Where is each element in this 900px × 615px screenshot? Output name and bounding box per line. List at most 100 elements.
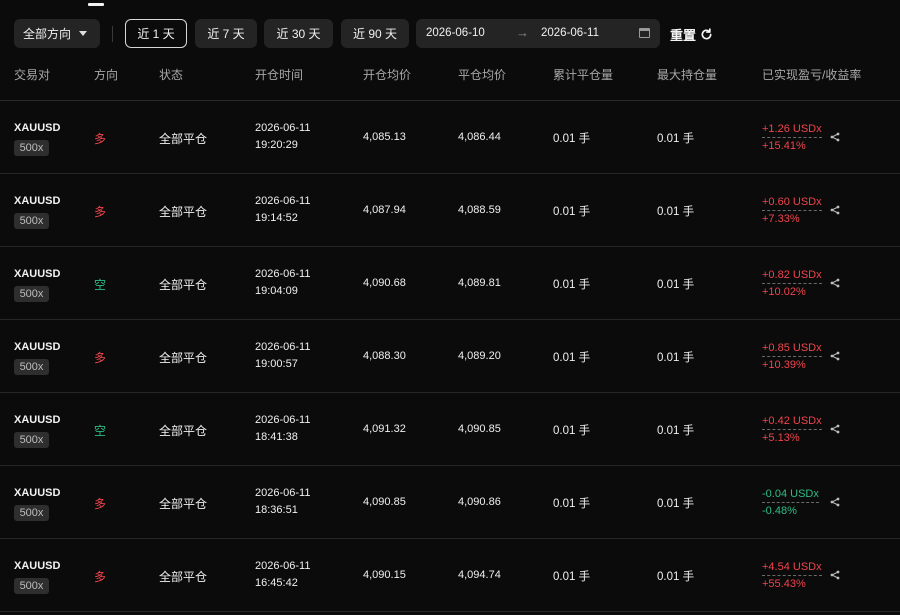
range-7d-button[interactable]: 近 7 天	[195, 19, 257, 48]
roi-value: +10.39%	[762, 359, 806, 371]
closed-qty: 0.01 手	[553, 206, 591, 218]
pair-symbol: XAUUSD	[14, 341, 61, 353]
col-close-price: 平仓均价	[458, 68, 507, 82]
realized-pnl[interactable]: +4.54 USDx	[762, 561, 822, 576]
divider	[112, 26, 113, 42]
position-history-table: XAUUSD 500x 多 全部平仓 2026-06-11 19:20:29 4…	[0, 101, 900, 612]
leverage-badge: 500x	[14, 505, 49, 521]
open-time: 18:36:51	[255, 504, 298, 516]
direction-label: 空	[94, 424, 107, 438]
open-date: 2026-06-11	[255, 560, 311, 572]
arrow-right-icon: →	[516, 25, 529, 40]
close-price: 4,089.20	[458, 350, 501, 362]
open-price: 4,090.15	[363, 569, 406, 581]
realized-pnl[interactable]: -0.04 USDx	[762, 488, 819, 503]
open-price: 4,091.32	[363, 423, 406, 435]
status-label: 全部平仓	[159, 497, 208, 511]
share-icon[interactable]	[830, 205, 840, 215]
col-max-qty: 最大持仓量	[657, 68, 718, 82]
leverage-badge: 500x	[14, 286, 49, 302]
open-time: 19:20:29	[255, 139, 298, 151]
pair-symbol: XAUUSD	[14, 487, 61, 499]
open-time: 19:04:09	[255, 285, 298, 297]
open-date: 2026-06-11	[255, 195, 311, 207]
col-pnl: 已实现盈亏/收益率	[762, 68, 862, 82]
open-date: 2026-06-11	[255, 487, 311, 499]
share-icon[interactable]	[830, 570, 840, 580]
table-row[interactable]: XAUUSD 500x 空 全部平仓 2026-06-11 19:04:09 4…	[0, 247, 900, 320]
roi-value: +5.13%	[762, 432, 800, 444]
share-icon[interactable]	[830, 278, 840, 288]
table-header: 交易对 方向 状态 开仓时间 开仓均价 平仓均价 累计平仓量 最大持仓量 已实现…	[0, 62, 900, 88]
open-date: 2026-06-11	[255, 341, 311, 353]
close-price: 4,090.86	[458, 496, 501, 508]
active-tab-indicator	[88, 3, 104, 6]
reset-button[interactable]: 重置	[670, 25, 713, 44]
leverage-badge: 500x	[14, 578, 49, 594]
range-1d-button[interactable]: 近 1 天	[125, 19, 187, 48]
roi-value: +55.43%	[762, 578, 806, 590]
close-price: 4,094.74	[458, 569, 501, 581]
close-price: 4,090.85	[458, 423, 501, 435]
leverage-badge: 500x	[14, 140, 49, 156]
closed-qty: 0.01 手	[553, 352, 591, 364]
realized-pnl[interactable]: +1.26 USDx	[762, 123, 822, 138]
close-price: 4,089.81	[458, 277, 501, 289]
caret-down-icon	[79, 31, 87, 36]
direction-label: 多	[94, 570, 107, 584]
open-date: 2026-06-11	[255, 122, 311, 134]
closed-qty: 0.01 手	[553, 498, 591, 510]
range-90d-button[interactable]: 近 90 天	[341, 19, 409, 48]
open-price: 4,088.30	[363, 350, 406, 362]
table-row[interactable]: XAUUSD 500x 多 全部平仓 2026-06-11 19:00:57 4…	[0, 320, 900, 393]
closed-qty: 0.01 手	[553, 279, 591, 291]
status-label: 全部平仓	[159, 278, 208, 292]
pair-symbol: XAUUSD	[14, 560, 61, 572]
col-direction: 方向	[94, 68, 119, 82]
open-price: 4,090.68	[363, 277, 406, 289]
range-30d-button[interactable]: 近 30 天	[264, 19, 333, 48]
max-qty: 0.01 手	[657, 425, 695, 437]
open-time: 19:00:57	[255, 358, 298, 370]
col-open-price: 开仓均价	[363, 68, 412, 82]
table-row[interactable]: XAUUSD 500x 空 全部平仓 2026-06-11 18:41:38 4…	[0, 393, 900, 466]
realized-pnl[interactable]: +0.85 USDx	[762, 342, 822, 357]
refresh-icon	[701, 28, 712, 40]
status-label: 全部平仓	[159, 132, 208, 146]
realized-pnl[interactable]: +0.60 USDx	[762, 196, 822, 211]
status-label: 全部平仓	[159, 570, 208, 584]
status-label: 全部平仓	[159, 424, 208, 438]
col-pair: 交易对	[14, 68, 51, 82]
status-label: 全部平仓	[159, 205, 208, 219]
closed-qty: 0.01 手	[553, 425, 591, 437]
pair-symbol: XAUUSD	[14, 268, 61, 280]
roi-value: -0.48%	[762, 505, 797, 517]
pair-symbol: XAUUSD	[14, 195, 61, 207]
direction-select[interactable]: 全部方向	[14, 19, 100, 48]
table-row[interactable]: XAUUSD 500x 多 全部平仓 2026-06-11 19:20:29 4…	[0, 101, 900, 174]
direction-label: 多	[94, 132, 107, 146]
realized-pnl[interactable]: +0.42 USDx	[762, 415, 822, 430]
share-icon[interactable]	[830, 351, 840, 361]
max-qty: 0.01 手	[657, 279, 695, 291]
leverage-badge: 500x	[14, 432, 49, 448]
share-icon[interactable]	[830, 132, 840, 142]
table-row[interactable]: XAUUSD 500x 多 全部平仓 2026-06-11 19:14:52 4…	[0, 174, 900, 247]
close-price: 4,088.59	[458, 204, 501, 216]
open-date: 2026-06-11	[255, 414, 311, 426]
col-status: 状态	[159, 68, 184, 82]
max-qty: 0.01 手	[657, 133, 695, 145]
max-qty: 0.01 手	[657, 206, 695, 218]
table-row[interactable]: XAUUSD 500x 多 全部平仓 2026-06-11 16:45:42 4…	[0, 539, 900, 612]
table-row[interactable]: XAUUSD 500x 多 全部平仓 2026-06-11 18:36:51 4…	[0, 466, 900, 539]
date-range-picker[interactable]: 2026-06-10 → 2026-06-11	[416, 19, 660, 48]
share-icon[interactable]	[830, 497, 840, 507]
date-start[interactable]: 2026-06-10	[426, 27, 485, 39]
realized-pnl[interactable]: +0.82 USDx	[762, 269, 822, 284]
leverage-badge: 500x	[14, 359, 49, 375]
share-icon[interactable]	[830, 424, 840, 434]
max-qty: 0.01 手	[657, 498, 695, 510]
roi-value: +10.02%	[762, 286, 806, 298]
date-end[interactable]: 2026-06-11	[541, 27, 599, 39]
calendar-icon[interactable]	[639, 28, 650, 38]
